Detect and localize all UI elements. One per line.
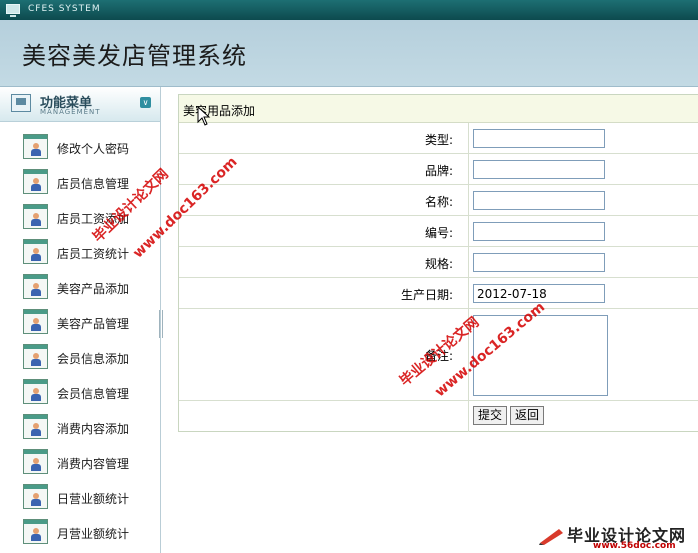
user-card-icon — [23, 344, 48, 369]
form-header: 美容用品添加 — [179, 95, 698, 123]
sidebar-item-label: 会员信息管理 — [57, 387, 130, 401]
system-bar: CFES SYSTEM — [0, 0, 698, 20]
sidebar-item-label: 店员工资统计 — [57, 247, 130, 261]
sidebar-item-label: 消费内容添加 — [57, 422, 130, 436]
user-card-icon — [23, 169, 48, 194]
type-input[interactable] — [473, 129, 605, 148]
sidebar-item-monthly-revenue-stats[interactable]: 月营业额统计 — [0, 514, 158, 548]
user-card-icon — [23, 449, 48, 474]
sidebar-item-label: 消费内容管理 — [57, 457, 130, 471]
menu-subtitle: MANAGEMENT — [40, 108, 101, 116]
sidebar-item-change-password[interactable]: 修改个人密码 — [0, 129, 158, 163]
user-card-icon — [23, 239, 48, 264]
sidebar-item-consume-manage[interactable]: 消费内容管理 — [0, 444, 158, 478]
code-label: 编号: — [424, 226, 453, 240]
form-row-name: 名称: — [179, 185, 698, 216]
user-card-icon — [23, 379, 48, 404]
mouse-cursor-icon — [197, 106, 211, 126]
back-button[interactable]: 返回 — [510, 406, 545, 425]
form-row-spec: 规格: — [179, 247, 698, 278]
form-row-actions: 提交 返回 — [179, 401, 698, 432]
code-input[interactable] — [473, 222, 605, 241]
upload-menu-icon — [11, 94, 31, 112]
form-title: 美容用品添加 — [183, 104, 256, 118]
submit-button[interactable]: 提交 — [473, 406, 508, 425]
app-title: 美容美发店管理系统 — [22, 42, 247, 70]
collapse-chevron-icon[interactable]: ∨ — [140, 97, 151, 108]
sidebar-item-label: 美容产品添加 — [57, 282, 130, 296]
form-row-date: 生产日期: — [179, 278, 698, 309]
date-label: 生产日期: — [400, 288, 453, 302]
spec-label: 规格: — [424, 257, 453, 271]
user-card-icon — [23, 414, 48, 439]
sidebar-item-product-add[interactable]: 美容产品添加 — [0, 269, 158, 303]
user-card-icon — [23, 519, 48, 544]
user-card-icon — [23, 204, 48, 229]
brand-url: www.56doc.com — [593, 541, 676, 551]
sidebar-item-daily-revenue-stats[interactable]: 日营业额统计 — [0, 479, 158, 513]
panel-splitter-handle[interactable] — [159, 310, 163, 338]
user-card-icon — [23, 134, 48, 159]
form-row-brand: 品牌: — [179, 154, 698, 185]
monitor-icon — [6, 4, 20, 17]
sidebar-item-member-manage[interactable]: 会员信息管理 — [0, 374, 158, 408]
sidebar-item-consume-add[interactable]: 消费内容添加 — [0, 409, 158, 443]
form-row-code: 编号: — [179, 216, 698, 247]
sidebar-item-label: 修改个人密码 — [57, 142, 130, 156]
brand-input[interactable] — [473, 160, 605, 179]
sidebar-item-label: 店员信息管理 — [57, 177, 130, 191]
user-card-icon — [23, 309, 48, 334]
user-card-icon — [23, 274, 48, 299]
sidebar-item-label: 月营业额统计 — [57, 527, 130, 541]
user-card-icon — [23, 484, 48, 509]
name-input[interactable] — [473, 191, 605, 210]
spec-input[interactable] — [473, 253, 605, 272]
sidebar-item-label: 日营业额统计 — [57, 492, 130, 506]
pencil-logo-icon — [539, 529, 563, 545]
sidebar-header[interactable]: 功能菜单 MANAGEMENT ∨ — [0, 87, 160, 122]
brand-label: 品牌: — [424, 164, 453, 178]
sidebar-item-label: 美容产品管理 — [57, 317, 130, 331]
app-header: 美容美发店管理系统 — [0, 20, 698, 87]
brand-watermark: 毕业设计论文网 www.56doc.com — [533, 521, 698, 553]
form-row-type: 类型: — [179, 123, 698, 154]
sidebar-item-product-manage[interactable]: 美容产品管理 — [0, 304, 158, 338]
name-label: 名称: — [424, 195, 453, 209]
type-label: 类型: — [424, 133, 453, 147]
sidebar-item-member-add[interactable]: 会员信息添加 — [0, 339, 158, 373]
sidebar-item-label: 会员信息添加 — [57, 352, 130, 366]
system-name: CFES SYSTEM — [28, 4, 101, 14]
